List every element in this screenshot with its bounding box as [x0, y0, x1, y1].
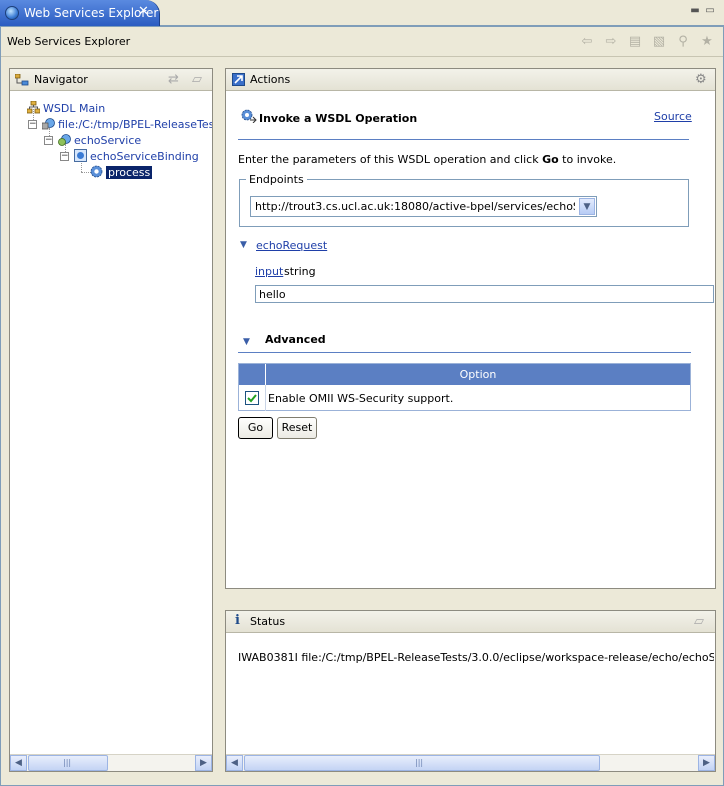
- globe-icon: [5, 6, 19, 20]
- tree-item-process[interactable]: process: [90, 165, 153, 179]
- actions-pane: Actions ⚙ Invoke a WSDL Operation Source…: [225, 68, 716, 589]
- star-icon[interactable]: ★: [699, 34, 715, 50]
- tree-item-echo-service-binding[interactable]: echoServiceBinding: [74, 149, 199, 163]
- advanced-title: Advanced: [265, 333, 326, 346]
- tree-item-wsdl-file[interactable]: file:/C:/tmp/BPEL-ReleaseTests/: [42, 117, 212, 131]
- history-icon[interactable]: ▤: [627, 34, 643, 50]
- echo-request-link[interactable]: echoRequest: [256, 239, 327, 252]
- input-link[interactable]: input: [255, 265, 283, 278]
- tree-item-label: WSDL Main: [43, 102, 106, 115]
- scroll-right-icon[interactable]: ▶: [698, 755, 715, 771]
- favorites-icon[interactable]: ▧: [651, 34, 667, 50]
- binding-icon: [74, 149, 87, 162]
- input-field-value: hello: [259, 288, 286, 301]
- tree-item-echo-service[interactable]: echoService: [58, 133, 141, 147]
- tree-item-label: echoService: [74, 134, 142, 147]
- reset-button[interactable]: Reset: [277, 417, 317, 439]
- navigator-icon: [15, 74, 29, 86]
- status-header: i Status ▱: [226, 611, 715, 633]
- expand-triangle-icon[interactable]: ▼: [240, 240, 247, 250]
- actions-arrow-icon: [232, 73, 245, 86]
- navigator-title: Navigator: [34, 73, 88, 86]
- section-heading: Invoke a WSDL Operation: [259, 112, 418, 125]
- security-checkbox[interactable]: [245, 391, 259, 405]
- window-controls: ▬ ▭: [686, 3, 718, 17]
- go-button[interactable]: Go: [238, 417, 273, 439]
- refresh-icon[interactable]: ⇄: [168, 72, 179, 87]
- endpoints-legend: Endpoints: [246, 173, 307, 186]
- editor-tab[interactable]: Web Services Explorer ✕: [0, 0, 160, 26]
- table-header-option: Option: [266, 364, 690, 385]
- wsdl-main-icon: [27, 101, 40, 114]
- actions-gear-icon[interactable]: ⚙: [695, 72, 707, 87]
- advanced-triangle-icon[interactable]: ▼: [243, 337, 250, 347]
- navigator-header: Navigator ⇄ ▱: [10, 69, 212, 91]
- tree-item-label: echoServiceBinding: [90, 150, 199, 163]
- heading-divider: [238, 139, 689, 140]
- navigator-horizontal-scrollbar[interactable]: ◀ ||| ▶: [10, 754, 212, 771]
- status-horizontal-scrollbar[interactable]: ◀ ||| ▶: [226, 754, 715, 771]
- scroll-left-icon[interactable]: ◀: [226, 755, 243, 771]
- page-title: Web Services Explorer: [7, 35, 131, 48]
- collapse-icon[interactable]: −: [44, 136, 53, 145]
- tree-item-wsdl-main[interactable]: WSDL Main: [27, 101, 105, 115]
- status-title: Status: [250, 615, 286, 628]
- clear-status-icon[interactable]: ▱: [694, 614, 704, 629]
- tree-item-label-selected: process: [106, 166, 153, 179]
- info-icon: i: [235, 613, 240, 628]
- table-header-blank: [239, 364, 265, 385]
- endpoint-select[interactable]: http://trout3.cs.ucl.ac.uk:18080/active-…: [250, 196, 597, 217]
- scroll-thumb[interactable]: |||: [28, 755, 108, 771]
- input-field[interactable]: hello: [255, 285, 714, 303]
- minimize-icon[interactable]: ▬: [689, 6, 701, 18]
- actions-header: Actions ⚙: [226, 69, 715, 91]
- forward-icon[interactable]: ⇨: [603, 34, 619, 50]
- scroll-left-icon[interactable]: ◀: [10, 755, 27, 771]
- advanced-divider: [238, 352, 691, 353]
- instruction-text: Enter the parameters of this WSDL operat…: [238, 153, 617, 166]
- chevron-down-icon[interactable]: ▼: [579, 198, 595, 215]
- collapse-icon[interactable]: −: [28, 120, 37, 129]
- tree-item-label: file:/C:/tmp/BPEL-ReleaseTests/: [58, 118, 212, 131]
- invoke-operation-icon: [241, 109, 257, 123]
- close-tab-icon[interactable]: ✕: [138, 4, 149, 19]
- navigator-pane: Navigator ⇄ ▱ WSDL Main − file:/C:/tmp/B…: [9, 68, 213, 772]
- maximize-icon[interactable]: ▭: [704, 6, 716, 18]
- endpoint-select-value: http://trout3.cs.ucl.ac.uk:18080/active-…: [255, 200, 575, 213]
- search-icon[interactable]: ⚲: [675, 34, 691, 50]
- back-icon[interactable]: ⇦: [579, 34, 595, 50]
- service-icon: [58, 134, 71, 146]
- scroll-right-icon[interactable]: ▶: [195, 755, 212, 771]
- scroll-thumb[interactable]: |||: [244, 755, 600, 771]
- actions-title: Actions: [250, 73, 291, 86]
- checkmark-icon: [247, 394, 257, 403]
- input-type: string: [284, 265, 316, 278]
- status-pane: i Status ▱ IWAB0381I file:/C:/tmp/BPEL-R…: [225, 610, 716, 772]
- collapse-icon[interactable]: −: [60, 152, 69, 161]
- options-table: Option Enable OMII WS-Security support.: [238, 363, 691, 411]
- status-message: IWAB0381I file:/C:/tmp/BPEL-ReleaseTests…: [238, 651, 714, 664]
- clear-icon[interactable]: ▱: [192, 72, 202, 87]
- security-option-label: Enable OMII WS-Security support.: [268, 392, 454, 405]
- source-link[interactable]: Source: [654, 110, 692, 123]
- operation-gear-icon: [90, 165, 103, 178]
- wsdl-file-icon: [42, 118, 55, 130]
